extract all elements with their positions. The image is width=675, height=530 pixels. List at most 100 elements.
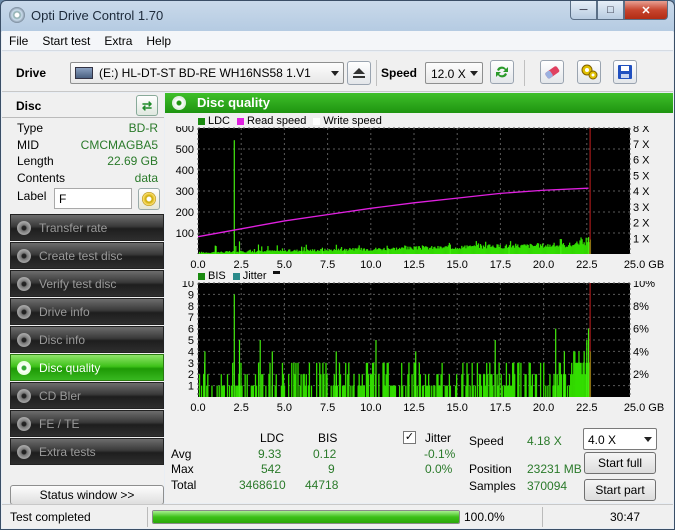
drive-select-value: (E:) HL-DT-ST BD-RE WH16NS58 1.V1	[99, 66, 311, 80]
data-bar	[518, 362, 520, 397]
x-tick-label: 12.5	[403, 402, 424, 414]
nav-disc-quality[interactable]: Disc quality	[10, 354, 164, 381]
nav-extra-tests[interactable]: Extra tests	[10, 438, 164, 465]
data-bar	[525, 374, 527, 397]
drive-select[interactable]: (E:) HL-DT-ST BD-RE WH16NS58 1.V1	[70, 62, 344, 84]
nav-item-label: CD Bler	[39, 388, 82, 403]
disc-type-key: Type	[17, 121, 44, 135]
ldc-swatch	[198, 117, 205, 125]
data-bar	[283, 385, 286, 397]
apply-label-button[interactable]	[138, 188, 160, 210]
nav-transfer-rate[interactable]: Transfer rate	[10, 214, 164, 241]
app-window: Opti Drive Control 1.70 ─ □ ✕ File Start…	[0, 0, 675, 530]
y-tick-label: 600	[176, 126, 194, 135]
disc-label-field[interactable]: F	[54, 188, 132, 209]
disc-quality-icon	[172, 96, 186, 110]
data-bar	[501, 385, 503, 397]
data-bar	[455, 374, 458, 397]
data-bar	[531, 374, 533, 397]
total-bis: 44718	[305, 478, 339, 492]
refresh-disc-button[interactable]: ⇄	[136, 95, 158, 116]
minimize-button[interactable]: ─	[570, 1, 597, 20]
data-bar	[539, 362, 542, 397]
title-bar[interactable]: Opti Drive Control 1.70 ─ □ ✕	[1, 1, 674, 29]
app-disc-icon	[9, 7, 25, 23]
data-bar	[218, 385, 220, 397]
disc-info-list: Type BD-R MID CMCMAGBA5 Length 22.69 GB Con…	[2, 121, 164, 187]
disc-icon	[17, 220, 31, 235]
y2-tick-label: 2 X	[633, 218, 650, 230]
data-bar	[288, 374, 290, 397]
disc-label-key: Label	[17, 189, 47, 203]
data-bar	[547, 385, 549, 397]
x-tick-label: 10.0	[360, 402, 381, 414]
menu-start-test[interactable]: Start test	[35, 34, 97, 48]
save-button[interactable]	[613, 60, 637, 84]
y2-tick-label: 8%	[633, 301, 649, 313]
disc-contents-value: data	[134, 170, 158, 185]
data-bar	[275, 374, 277, 397]
speed-select[interactable]: 12.0 X	[425, 62, 483, 84]
panel-header: Disc quality	[165, 93, 673, 113]
data-bar	[320, 374, 322, 397]
samples-label: Samples	[469, 479, 516, 493]
test-nav: Transfer rate Create test disc Verify te…	[10, 214, 164, 466]
data-bar	[300, 374, 302, 397]
data-bar	[323, 374, 325, 397]
write-speed-swatch	[313, 117, 321, 125]
data-bar	[269, 362, 271, 397]
erase-button[interactable]	[540, 60, 564, 84]
start-full-button[interactable]: Start full	[584, 452, 656, 474]
bis-swatch	[198, 272, 205, 280]
data-bar	[216, 385, 218, 397]
eject-icon	[353, 68, 365, 78]
menu-help[interactable]: Help	[139, 34, 178, 48]
nav-drive-info[interactable]: Drive info	[10, 298, 164, 325]
data-bar	[560, 374, 563, 397]
data-bar	[514, 374, 516, 397]
chevron-down-icon	[331, 71, 339, 76]
refresh-speed-button[interactable]	[490, 60, 514, 84]
data-bar	[207, 374, 209, 397]
close-button[interactable]: ✕	[624, 1, 668, 20]
disc-info-row: Contents data	[2, 171, 164, 188]
x-tick-label: 25.0 GB	[624, 402, 664, 414]
disc-info-row: Type BD-R	[2, 121, 164, 138]
y-tick-label: 300	[176, 186, 194, 198]
drive-icon	[75, 67, 93, 79]
y2-tick-label: 10%	[633, 281, 655, 290]
disc-mid-value: CMCMAGBA5	[80, 137, 158, 152]
data-bar	[498, 362, 500, 397]
menu-file[interactable]: File	[2, 34, 35, 48]
x-tick-label: 2.5	[234, 402, 249, 414]
ldc-chart: 6005004003002001000.0 2.5 5.0 7.5 10.0 12.5 15…	[176, 126, 665, 271]
data-bar	[367, 374, 370, 397]
data-bar	[434, 385, 436, 397]
nav-create-test-disc[interactable]: Create test disc	[10, 242, 164, 269]
y-tick-label: 8	[188, 301, 194, 313]
y-tick-label: 9	[188, 289, 194, 301]
nav-fe-te[interactable]: FE / TE	[10, 410, 164, 437]
start-part-button[interactable]: Start part	[584, 479, 656, 501]
data-bar	[422, 385, 425, 397]
data-bar	[295, 362, 297, 397]
nav-cd-bler[interactable]: CD Bler	[10, 382, 164, 409]
status-bar: Test completed 100.0% 30:47	[2, 504, 673, 528]
avg-label: Avg	[171, 447, 192, 461]
status-window-button[interactable]: Status window >>	[10, 485, 164, 505]
menu-extra[interactable]: Extra	[97, 34, 139, 48]
nav-disc-info[interactable]: Disc info	[10, 326, 164, 353]
maximize-button[interactable]: □	[597, 1, 624, 20]
data-bar	[255, 385, 258, 397]
settings-button[interactable]	[577, 60, 601, 84]
jitter-checkbox[interactable]: ✓	[403, 431, 416, 444]
test-speed-select[interactable]: 4.0 X	[583, 428, 657, 450]
panel-title: Disc quality	[197, 95, 270, 110]
bis-chart: 109876543210.0 2.5 5.0 7.5 10.0 12.5 15.0 17.5 2…	[182, 281, 664, 414]
eject-button[interactable]	[347, 61, 371, 85]
x-tick-label: 17.5	[490, 259, 511, 271]
y2-tick-label: 1 X	[633, 233, 650, 245]
left-panel: Disc ⇄ Type BD-R MID CMCMAGBA5 Length 22.69…	[2, 93, 164, 505]
menu-bar: File Start test Extra Help	[2, 31, 673, 51]
nav-verify-test-disc[interactable]: Verify test disc	[10, 270, 164, 297]
